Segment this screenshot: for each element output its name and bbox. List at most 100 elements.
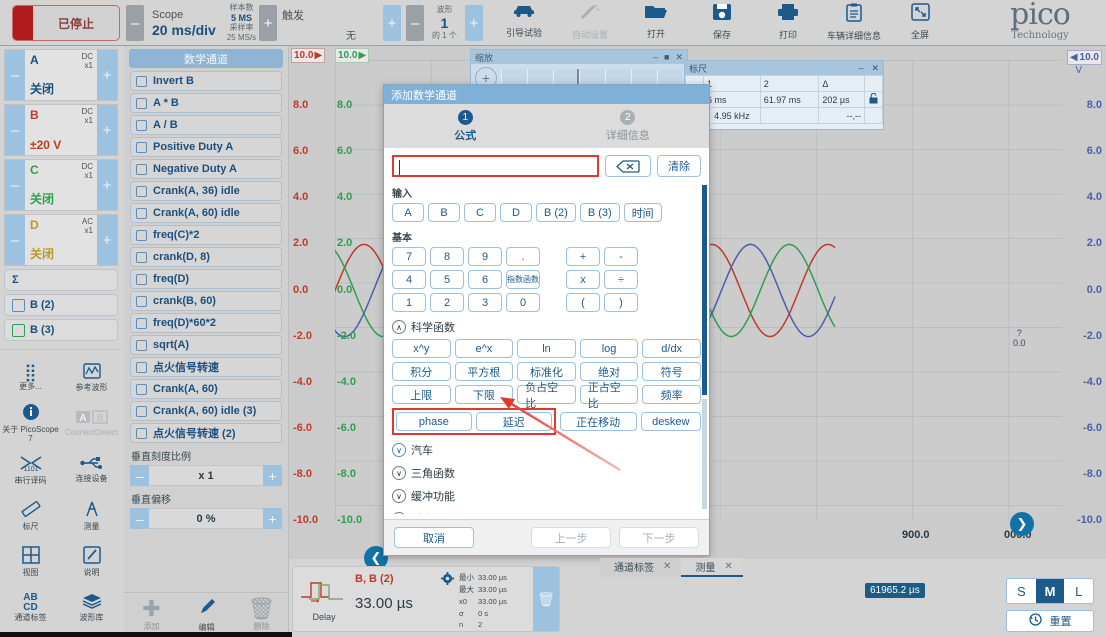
checkbox-icon[interactable] — [136, 339, 147, 351]
checkbox-icon[interactable] — [136, 75, 147, 87]
channel-b-body[interactable]: B DC x1 ±20 V — [25, 105, 97, 155]
size-option-m[interactable]: M — [1035, 579, 1065, 603]
dialog-step-formula[interactable]: 1 公式 — [384, 104, 547, 148]
input-key-D[interactable]: D — [500, 203, 532, 222]
math-channel-item[interactable]: Positive Duty A — [130, 137, 282, 157]
channel-d-decrease[interactable]: – — [5, 215, 25, 265]
channel-b2-axis-badge[interactable]: 10.0 ▶ — [335, 48, 370, 63]
math-channel-item[interactable]: freq(D) — [130, 269, 282, 289]
input-key-B3[interactable]: B (3) — [579, 203, 620, 222]
math-channel-item[interactable]: 点火信号转速 — [130, 357, 282, 377]
channel-d-body[interactable]: D AC x1 关闭 — [25, 215, 97, 265]
num-key-8[interactable]: 8 — [430, 247, 464, 266]
sci-key-ln[interactable]: ln — [517, 339, 576, 358]
chevron-up-icon[interactable]: ∧ — [392, 320, 406, 334]
op-key-x[interactable]: ÷ — [604, 270, 638, 289]
chevron-down-icon[interactable]: ∨ — [392, 489, 406, 503]
math-channel-item[interactable]: Crank(A, 60) — [130, 379, 282, 399]
sci-section-header[interactable]: ∧ 科学函数 — [392, 319, 701, 335]
dialog-step-details[interactable]: 2 详细信息 — [547, 104, 710, 148]
channel-a[interactable]: – A DC x1 关闭 + — [4, 49, 118, 101]
run-stop-button[interactable]: 已停止 — [12, 5, 120, 41]
chevron-down-icon[interactable]: ∨ — [392, 512, 406, 514]
input-key-A[interactable]: A — [392, 203, 424, 222]
rail-tool-about[interactable]: 关于 PicoScope 7 — [0, 400, 61, 446]
channel-c-body[interactable]: C DC x1 关闭 — [25, 160, 97, 210]
formula-input[interactable] — [392, 155, 599, 177]
math-channel-item[interactable]: A * B — [130, 93, 282, 113]
op-key-x[interactable]: + — [566, 247, 600, 266]
sci-key-xxy[interactable]: x^y — [392, 339, 451, 358]
time-cursor-badge[interactable]: 61965.2 µs — [865, 583, 925, 598]
checkbox-icon[interactable] — [136, 405, 147, 417]
sci-key-xx[interactable]: 下限 — [454, 385, 514, 404]
math-edit-button[interactable]: 编辑 — [179, 597, 234, 633]
chevron-down-icon[interactable]: ∨ — [392, 443, 406, 457]
channel-d[interactable]: – D AC x1 关闭 + — [4, 214, 118, 266]
checkbox-icon[interactable] — [136, 119, 147, 131]
sci-key-xxx[interactable]: 平方根 — [454, 362, 514, 381]
math-channel-item[interactable]: 点火信号转速 (2) — [130, 423, 282, 443]
tab-measurements-close-icon[interactable]: ✕ — [724, 561, 732, 572]
zoom-maximize-icon[interactable]: ■ — [664, 52, 669, 63]
timebase-decrease-button[interactable]: – — [126, 5, 144, 41]
cancel-button[interactable]: 取消 — [394, 527, 474, 548]
checkbox-icon[interactable] — [136, 251, 147, 263]
channel-b[interactable]: – B DC x1 ±20 V + — [4, 104, 118, 156]
checkbox-icon[interactable] — [136, 361, 147, 373]
ruler-close-icon[interactable]: ✕ — [871, 63, 879, 74]
vscale-increase[interactable]: + — [263, 465, 282, 486]
num-key-6[interactable]: 6 — [468, 270, 502, 289]
ruler-window[interactable]: 标尺 – ✕ 1 2 Δ 6 ms 61.97 ms 202 µs — [684, 60, 884, 130]
tab-channel-labels[interactable]: 通道标签 ✕ — [600, 558, 682, 577]
lock-icon[interactable] — [864, 91, 883, 108]
tab-channel-labels-close-icon[interactable]: ✕ — [663, 561, 671, 572]
checkbox-icon[interactable] — [136, 229, 147, 241]
collapsible-group[interactable]: ∨ 过滤 — [392, 511, 701, 514]
sci-key-dxdx[interactable]: d/dx — [642, 339, 701, 358]
math-add-button[interactable]: ✚ 添加 — [124, 597, 179, 633]
rail-tool-measure[interactable]: 测量 — [61, 492, 122, 538]
num-key-7[interactable]: 7 — [392, 247, 426, 266]
checkbox-icon[interactable] — [136, 141, 147, 153]
checkbox-icon[interactable] — [136, 207, 147, 219]
channel-b-axis-badge[interactable]: 10.0 ▶ — [291, 48, 326, 63]
channel-b-decrease[interactable]: – — [5, 105, 25, 155]
key-deskew[interactable]: deskew — [640, 412, 702, 431]
input-key-B2[interactable]: B (2) — [536, 203, 576, 222]
num-key-x[interactable]: . — [506, 247, 540, 266]
scroll-right-button[interactable]: ❯ — [1010, 512, 1034, 536]
math-channel-item[interactable]: Invert B — [130, 71, 282, 91]
reset-button[interactable]: 重置 — [1006, 610, 1094, 632]
size-toggle-group[interactable]: S M L — [1006, 578, 1094, 604]
guided-test-button[interactable]: 引导试验 — [494, 3, 554, 43]
channel-b3-axis-badge[interactable]: ◀ 10.0 — [1066, 50, 1102, 65]
math-channel-item[interactable]: crank(B, 60) — [130, 291, 282, 311]
measurement-delete-button[interactable]: 🗑 — [533, 567, 559, 631]
math-channel-item[interactable]: freq(D)*60*2 — [130, 313, 282, 333]
scrollbar-thumb[interactable] — [702, 185, 707, 395]
waveform-decrease-button[interactable]: – — [406, 5, 424, 41]
collapsible-group[interactable]: ∨ 汽车 — [392, 442, 701, 458]
num-key-0[interactable]: 0 — [506, 293, 540, 312]
vscale-stepper[interactable]: – x 1 + — [130, 465, 282, 486]
voffset-decrease[interactable]: – — [130, 508, 149, 529]
gear-icon[interactable] — [441, 572, 454, 631]
next-step-button[interactable]: 下一步 — [619, 527, 699, 548]
size-option-l[interactable]: L — [1064, 579, 1093, 603]
num-key-2[interactable]: 2 — [430, 293, 464, 312]
ruler-window-titlebar[interactable]: 标尺 – ✕ — [685, 61, 883, 75]
op-key-x[interactable]: ) — [604, 293, 638, 312]
checkbox-icon[interactable] — [136, 317, 147, 329]
sci-key-xx[interactable]: 上限 — [392, 385, 451, 404]
checkbox-icon[interactable] — [136, 97, 147, 109]
tab-measurements[interactable]: 测量 ✕ — [681, 558, 743, 577]
rail-pill-b3[interactable]: B (3) — [4, 319, 118, 341]
checkbox-icon[interactable] — [136, 383, 147, 395]
checkbox-icon[interactable] — [136, 273, 147, 285]
add-math-channel-dialog[interactable]: 添加数学通道 1 公式 2 详细信息 清除 输入 ABCDB (2) B (3) 时 — [383, 84, 710, 556]
input-key-C[interactable]: C — [464, 203, 496, 222]
sci-key-xx[interactable]: 频率 — [642, 385, 701, 404]
rail-tool-views[interactable]: 视图 — [0, 538, 61, 584]
open-button[interactable]: 打开 — [626, 3, 686, 43]
